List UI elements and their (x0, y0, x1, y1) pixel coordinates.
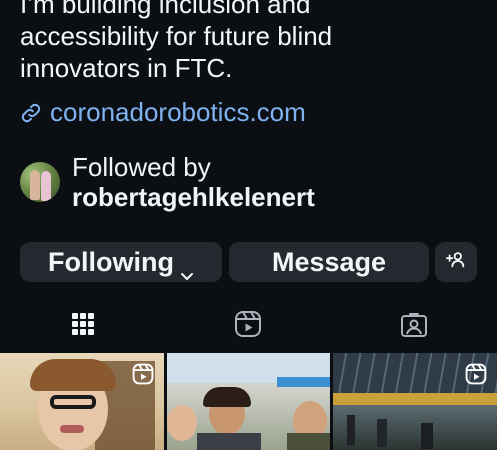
reel-badge-icon (132, 363, 154, 385)
bio-line: innovators in FTC. (20, 53, 233, 83)
tab-reels[interactable] (231, 309, 265, 343)
message-label: Message (271, 246, 387, 277)
profile-bio: I’m building inclusion and accessibility… (20, 0, 490, 84)
following-label: Following (48, 246, 174, 277)
add-person-button[interactable] (435, 242, 477, 282)
reels-icon (234, 310, 262, 343)
chevron-down-icon (180, 257, 194, 280)
follower-avatar[interactable] (20, 162, 60, 202)
post-thumbnail[interactable] (333, 353, 497, 450)
tab-tagged[interactable] (397, 309, 431, 343)
link-icon (20, 102, 42, 124)
bio-line: I’m building inclusion and (20, 0, 311, 19)
following-button[interactable]: Following (20, 242, 222, 282)
reel-badge-icon (465, 363, 487, 385)
tagged-icon (400, 310, 428, 343)
followed-by-text[interactable]: Followed by robertagehlkelenert (72, 152, 315, 212)
add-person-icon (445, 247, 467, 278)
profile-tabs (0, 305, 497, 349)
post-thumbnail[interactable] (167, 353, 330, 450)
followed-by-label: Followed by (72, 152, 211, 182)
grid-icon (71, 312, 95, 341)
followed-by-user[interactable]: robertagehlkelenert (72, 182, 315, 212)
profile-link[interactable]: coronadorobotics.com (20, 97, 306, 128)
profile-link-text[interactable]: coronadorobotics.com (50, 97, 306, 128)
bio-line: accessibility for future blind (20, 21, 333, 51)
followed-by[interactable]: Followed by robertagehlkelenert (20, 152, 315, 212)
tab-posts[interactable] (66, 309, 100, 343)
message-button[interactable]: Message (229, 242, 429, 282)
posts-grid (0, 353, 497, 450)
post-thumbnail[interactable] (0, 353, 164, 450)
